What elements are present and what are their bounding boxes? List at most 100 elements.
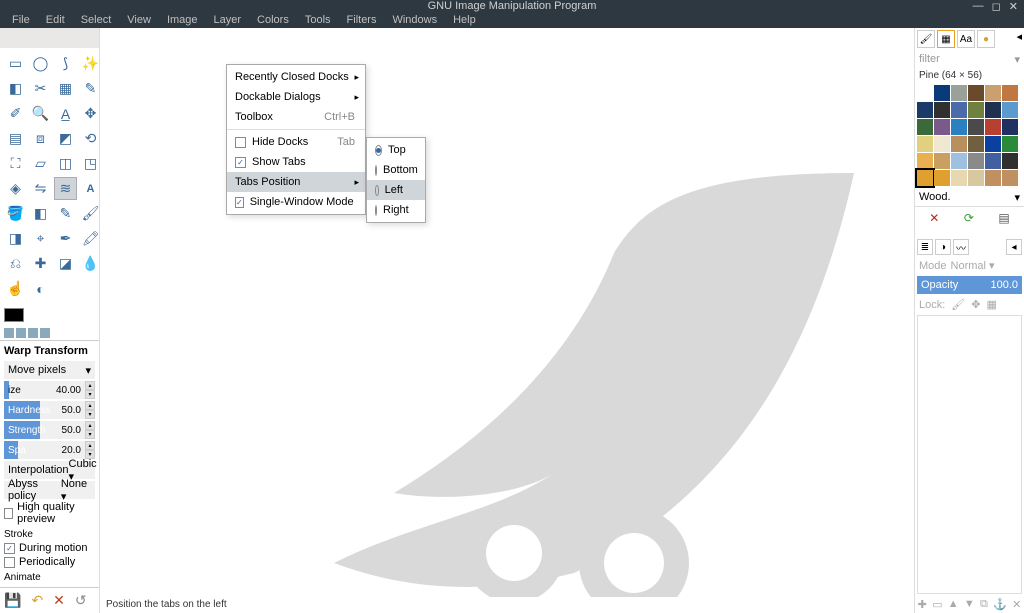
menu-edit[interactable]: Edit xyxy=(38,12,73,28)
mode-select[interactable]: Normal ▾ xyxy=(951,259,995,272)
pattern-swatch[interactable] xyxy=(1002,153,1018,169)
tool-unified[interactable]: ◩ xyxy=(54,127,77,150)
during-motion-check[interactable]: ✓During motion xyxy=(4,542,95,554)
menu-tools[interactable]: Tools xyxy=(297,12,339,28)
menu-image[interactable]: Image xyxy=(159,12,206,28)
pattern-swatch[interactable] xyxy=(917,119,933,135)
pattern-preview-icon[interactable] xyxy=(16,328,26,338)
tool-by-color[interactable]: ◧ xyxy=(4,77,27,100)
pattern-swatch[interactable] xyxy=(1002,85,1018,101)
size-slider[interactable]: ize 40.00 ▴▾ xyxy=(4,381,95,399)
tool-align[interactable]: ▤ xyxy=(4,127,27,150)
pattern-swatch[interactable] xyxy=(1002,170,1018,186)
pattern-swatch[interactable] xyxy=(917,102,933,118)
tool-zoom[interactable]: 🔍 xyxy=(29,102,52,125)
menu-view[interactable]: View xyxy=(119,12,159,28)
paths-tab[interactable]: 〰 xyxy=(953,239,969,255)
pattern-swatch[interactable] xyxy=(968,119,984,135)
lock-position-icon[interactable]: ✥ xyxy=(971,298,980,311)
raise-icon[interactable]: ▲ xyxy=(948,598,959,611)
close-icon[interactable]: ✕ xyxy=(1009,0,1018,13)
layers-list[interactable] xyxy=(917,315,1022,594)
pattern-swatch[interactable] xyxy=(985,170,1001,186)
tool-scissors[interactable]: ✂ xyxy=(29,77,52,100)
pattern-swatch[interactable] xyxy=(968,170,984,186)
pattern-swatch[interactable] xyxy=(934,153,950,169)
menu-show-tabs[interactable]: ✓Show Tabs xyxy=(227,152,365,172)
menu-dockable-dialogs[interactable]: Dockable Dialogs▸ xyxy=(227,87,365,107)
tool-crop[interactable]: ⧈ xyxy=(29,127,52,150)
tool-perspective[interactable]: ◫ xyxy=(54,152,77,175)
tab-menu-icon[interactable]: ◂ xyxy=(1016,30,1022,48)
pattern-swatch[interactable] xyxy=(985,85,1001,101)
menu-layer[interactable]: Layer xyxy=(206,12,250,28)
tool-flip[interactable]: ⇋ xyxy=(29,177,52,200)
pattern-swatch[interactable] xyxy=(985,153,1001,169)
anchor-icon[interactable]: ⚓ xyxy=(993,598,1007,611)
tool-dodge[interactable]: ◐ xyxy=(29,277,52,300)
tool-move[interactable]: ✥ xyxy=(79,102,102,125)
pattern-swatch[interactable] xyxy=(985,102,1001,118)
patterns-tab[interactable]: ▦ xyxy=(937,30,955,48)
tool-measure[interactable]: A̲ xyxy=(54,102,77,125)
delete-icon[interactable]: ✕ xyxy=(53,592,65,609)
pattern-swatch[interactable] xyxy=(968,85,984,101)
tool-perspective-clone[interactable]: ◪ xyxy=(54,252,77,275)
pattern-swatch[interactable] xyxy=(934,102,950,118)
pattern-grid[interactable] xyxy=(915,83,1024,188)
spacing-slider[interactable]: Spa 20.0 ▴▾ xyxy=(4,441,95,459)
pattern-filter[interactable]: filter▾ xyxy=(915,50,1024,68)
tool-3d[interactable]: ◳ xyxy=(79,152,102,175)
fg-bg-swatch[interactable] xyxy=(4,308,24,322)
menu-help[interactable]: Help xyxy=(445,12,484,28)
tool-rotate[interactable]: ⟲ xyxy=(79,127,102,150)
pattern-swatch[interactable] xyxy=(1002,136,1018,152)
pattern-swatch[interactable] xyxy=(934,119,950,135)
tab-menu-icon[interactable]: ◂ xyxy=(1006,239,1022,255)
delete-pattern-icon[interactable]: ✕ xyxy=(929,211,939,225)
pattern-swatch[interactable] xyxy=(917,136,933,152)
pattern-swatch[interactable] xyxy=(985,136,1001,152)
menu-hide-docks[interactable]: Hide DocksTab xyxy=(227,132,365,152)
tool-ellipse-select[interactable]: ◯ xyxy=(29,52,52,75)
pattern-swatch[interactable] xyxy=(968,136,984,152)
tool-paths[interactable]: ✎ xyxy=(79,77,102,100)
tool-gradient[interactable]: ◧ xyxy=(29,202,52,225)
pattern-swatch[interactable] xyxy=(1002,102,1018,118)
pattern-swatch[interactable] xyxy=(951,136,967,152)
menu-single-window[interactable]: ✓Single-Window Mode xyxy=(227,192,365,212)
tool-eraser[interactable]: ◨ xyxy=(4,227,27,250)
pattern-swatch[interactable] xyxy=(917,85,933,101)
gradient-preview-icon[interactable] xyxy=(28,328,38,338)
tool-lasso[interactable]: ⟆ xyxy=(54,52,77,75)
tabs-bottom[interactable]: Bottom xyxy=(367,160,425,180)
tool-airbrush[interactable]: ⌖ xyxy=(29,227,52,250)
tool-heal[interactable]: ✚ xyxy=(29,252,52,275)
channels-tab[interactable]: ◑ xyxy=(935,239,951,255)
pattern-swatch[interactable] xyxy=(934,85,950,101)
delete-layer-icon[interactable]: ✕ xyxy=(1012,598,1021,611)
maximize-icon[interactable]: ◻ xyxy=(992,0,1001,13)
tool-clone[interactable]: ⎌ xyxy=(4,252,27,275)
tool-bucket[interactable]: 🪣 xyxy=(4,202,27,225)
tool-smudge[interactable]: ☝ xyxy=(4,277,27,300)
tool-shear[interactable]: ▱ xyxy=(29,152,52,175)
new-layer-icon[interactable]: ✚ xyxy=(918,598,927,611)
tool-picker[interactable]: ✐ xyxy=(4,102,27,125)
layer-group-icon[interactable]: ▭ xyxy=(932,598,942,611)
pattern-swatch[interactable] xyxy=(951,102,967,118)
save-preset-icon[interactable]: 💾 xyxy=(4,592,21,609)
menu-recent-docks[interactable]: Recently Closed Docks▸ xyxy=(227,67,365,87)
minimize-icon[interactable]: — xyxy=(973,0,984,13)
menu-tabs-position[interactable]: Tabs Position▸ xyxy=(227,172,365,192)
tool-warp[interactable]: ≋ xyxy=(54,177,77,200)
lower-icon[interactable]: ▼ xyxy=(964,598,975,611)
tool-pencil[interactable]: ✎ xyxy=(54,202,77,225)
pattern-swatch[interactable] xyxy=(951,85,967,101)
lock-alpha-icon[interactable]: ▦ xyxy=(986,298,996,311)
brushes-tab[interactable]: 🖌 xyxy=(917,30,935,48)
menu-filters[interactable]: Filters xyxy=(339,12,385,28)
pattern-swatch[interactable] xyxy=(917,170,933,186)
tool-scale[interactable]: ⛶ xyxy=(4,152,27,175)
pattern-name-select[interactable]: Wood.▾ xyxy=(915,188,1024,206)
